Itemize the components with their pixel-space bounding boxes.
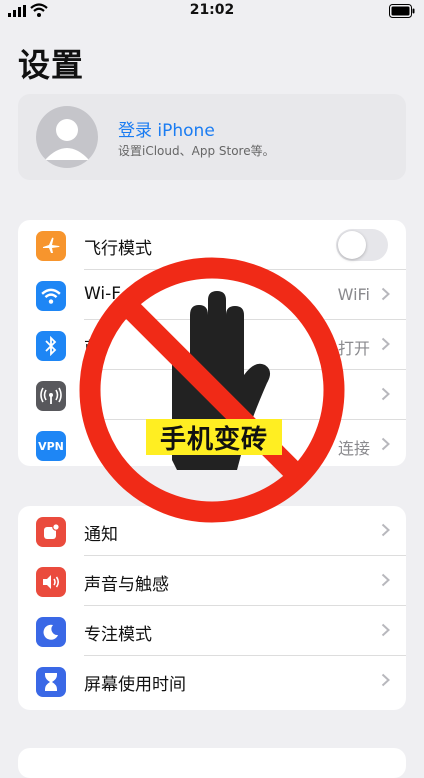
bricked-banner: 手机变砖 <box>146 419 282 455</box>
chevron-right-icon <box>381 437 390 451</box>
avatar <box>36 106 98 168</box>
bluetooth-icon <box>36 331 66 361</box>
chevron-right-icon <box>381 387 390 401</box>
row-label: 专注模式 <box>84 625 152 645</box>
chevron-right-icon <box>381 573 390 587</box>
notification-settings-group: 通知 声音与触感 专注模式 屏幕使用时间 <box>18 506 406 710</box>
chevron-right-icon <box>381 337 390 351</box>
account-signin-link[interactable]: 登录 iPhone <box>118 116 215 141</box>
status-bar: 21:02 <box>0 0 424 22</box>
page-title: 设置 <box>18 46 85 84</box>
chevron-right-icon <box>381 287 390 301</box>
setting-row-focus[interactable]: 专注模式 <box>18 606 406 656</box>
next-settings-group <box>18 748 406 778</box>
cellular-icon <box>36 381 66 411</box>
bell-icon <box>36 517 66 547</box>
setting-row-screen-time[interactable]: 屏幕使用时间 <box>18 656 406 706</box>
account-card[interactable]: 登录 iPhone 设置iCloud、App Store等。 <box>18 94 406 180</box>
speaker-icon <box>36 567 66 597</box>
account-subtitle: 设置iCloud、App Store等。 <box>118 144 275 158</box>
chevron-right-icon <box>381 523 390 537</box>
status-time: 21:02 <box>189 2 235 18</box>
chevron-right-icon <box>381 623 390 637</box>
wifi-icon <box>36 281 66 311</box>
person-icon <box>45 119 89 160</box>
vpn-icon: VPN <box>36 431 66 461</box>
prohibition-sign-icon <box>79 257 345 523</box>
row-label: 声音与触感 <box>84 575 169 595</box>
hourglass-icon <box>36 667 66 697</box>
moon-icon <box>36 617 66 647</box>
setting-row-sounds[interactable]: 声音与触感 <box>18 556 406 606</box>
chevron-right-icon <box>381 673 390 687</box>
battery-icon <box>389 4 415 18</box>
airplane-icon <box>36 231 66 261</box>
row-label: 屏幕使用时间 <box>84 675 186 695</box>
